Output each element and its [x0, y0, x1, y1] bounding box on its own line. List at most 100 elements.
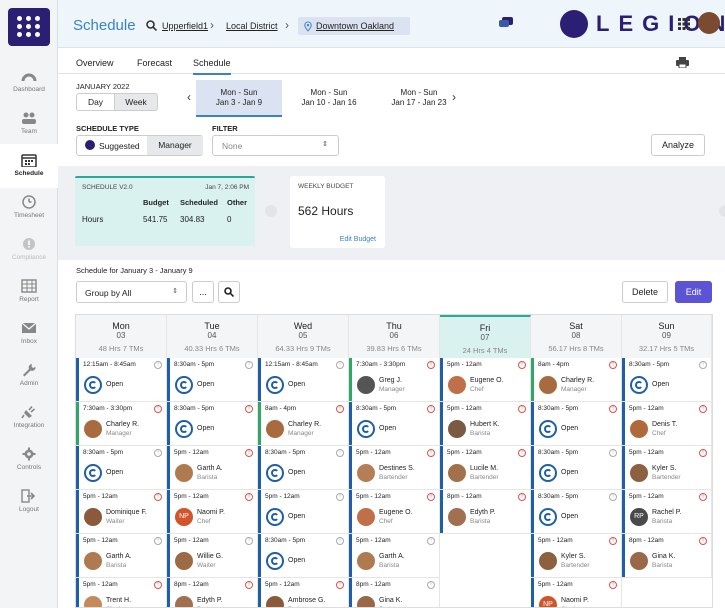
info-icon[interactable]: !: [245, 493, 253, 501]
sidebar-item-integration[interactable]: Integration: [0, 396, 58, 440]
info-icon[interactable]: !: [154, 493, 162, 501]
more-options-button[interactable]: ...: [192, 281, 214, 303]
shift-card[interactable]: 8:30am - 5pm! Open: [531, 490, 622, 534]
week-option[interactable]: Mon - Sun Jan 17 - Jan 23: [376, 80, 462, 117]
shift-card[interactable]: 8:30am - 5pm! Open: [167, 358, 258, 402]
info-icon[interactable]: !: [609, 493, 617, 501]
analyze-button[interactable]: Analyze: [651, 134, 705, 156]
suggested-option[interactable]: Suggested: [77, 136, 147, 155]
edit-button[interactable]: Edit: [675, 281, 712, 303]
shift-card[interactable]: 8am - 4pm! Charley R. Manager: [258, 402, 349, 446]
info-icon[interactable]: !: [609, 449, 617, 457]
sidebar-item-controls[interactable]: Controls: [0, 438, 58, 482]
info-icon[interactable]: !: [245, 405, 253, 413]
info-icon[interactable]: !: [336, 537, 344, 545]
chat-icon[interactable]: [498, 16, 514, 30]
shift-card[interactable]: 8pm - 12am!Edyth P.Barista: [440, 490, 531, 534]
week-option[interactable]: Mon - Sun Jan 10 - Jan 16: [286, 80, 372, 117]
print-icon[interactable]: [676, 57, 689, 68]
info-icon[interactable]: !: [699, 361, 707, 369]
shift-card[interactable]: 8pm - 12am!Gina K.Barista: [349, 578, 440, 607]
shift-card[interactable]: 7:30am - 3:30pm! Greg J. Manager: [349, 358, 440, 402]
info-icon[interactable]: !: [699, 493, 707, 501]
shift-card[interactable]: 8am - 4pm! Charley R. Manager: [531, 358, 622, 402]
apps-grid-icon[interactable]: [678, 18, 690, 30]
week-option[interactable]: Mon - Sun Jan 3 - Jan 9: [196, 80, 282, 117]
shift-card[interactable]: 8:30am - 5pm! Open: [531, 402, 622, 446]
shift-card[interactable]: 7:30am - 3:30pm! Charley R. Manager: [76, 402, 167, 446]
sidebar-item-compliance[interactable]: Compliance: [0, 228, 58, 272]
shift-card[interactable]: 5pm - 12am!Trent H.Chef: [76, 578, 167, 607]
info-icon[interactable]: !: [336, 449, 344, 457]
tab-forecast[interactable]: Forecast: [137, 58, 172, 68]
shift-card[interactable]: 5pm - 12am! Kyler S. Bartender: [622, 446, 712, 490]
info-icon[interactable]: !: [336, 361, 344, 369]
shift-card[interactable]: 8:30am - 5pm! Open: [258, 534, 349, 578]
delete-button[interactable]: Delete: [622, 281, 668, 303]
sidebar-item-team[interactable]: Team: [0, 102, 58, 146]
breadcrumb-location[interactable]: Downtown Oakland: [316, 21, 394, 31]
shift-card[interactable]: 5pm - 12am! Garth A. Barista: [167, 446, 258, 490]
sidebar-item-dashboard[interactable]: Dashboard: [0, 60, 58, 104]
info-icon[interactable]: !: [245, 537, 253, 545]
sidebar-item-report[interactable]: Report: [0, 270, 58, 314]
info-icon[interactable]: !: [336, 405, 344, 413]
shift-card[interactable]: 8pm - 12am!Gina K.Barista: [622, 534, 712, 578]
shift-card[interactable]: 5pm - 12am! Denis T. Chef: [622, 402, 712, 446]
shift-card[interactable]: 5pm - 12am! Kyler S. Bartender: [531, 534, 622, 578]
prev-week-icon[interactable]: ‹: [187, 90, 191, 104]
info-icon[interactable]: !: [699, 449, 707, 457]
info-icon[interactable]: !: [609, 537, 617, 545]
shift-card[interactable]: 8pm - 12am!Edyth P.Barista: [167, 578, 258, 607]
info-icon[interactable]: !: [427, 361, 435, 369]
shift-card[interactable]: 12:15am - 8:45am! Open: [76, 358, 167, 402]
manager-option[interactable]: Manager: [147, 136, 203, 155]
breadcrumb-district[interactable]: Local District: [226, 21, 278, 31]
info-icon[interactable]: !: [154, 405, 162, 413]
shift-card[interactable]: 8:30am - 5pm! Open: [349, 402, 440, 446]
shift-card[interactable]: 8:30am - 5pm! Open: [531, 446, 622, 490]
shift-card[interactable]: 8:30am - 5pm! Open: [622, 358, 712, 402]
info-icon[interactable]: !: [154, 449, 162, 457]
shift-card[interactable]: 5pm - 12am!Ambrose G.Barista: [258, 578, 349, 607]
week-toggle[interactable]: Week: [114, 93, 158, 111]
info-icon[interactable]: !: [427, 449, 435, 457]
info-icon[interactable]: !: [699, 537, 707, 545]
shift-card[interactable]: 5pm - 12am! Willie G. Waiter: [167, 534, 258, 578]
tab-overview[interactable]: Overview: [76, 58, 114, 68]
info-icon[interactable]: !: [699, 405, 707, 413]
next-week-icon[interactable]: ›: [452, 90, 456, 104]
info-icon[interactable]: !: [427, 581, 435, 589]
shift-card[interactable]: 5pm - 12am! Destines S. Bartender: [349, 446, 440, 490]
edit-budget-link[interactable]: Edit Budget: [340, 236, 376, 243]
info-icon[interactable]: !: [518, 493, 526, 501]
shift-card[interactable]: 5pm - 12am!NPNaomi P.Chef: [167, 490, 258, 534]
info-icon[interactable]: !: [518, 361, 526, 369]
shift-card[interactable]: 5pm - 12am! Eugene O. Chef: [440, 358, 531, 402]
sidebar-item-timesheet[interactable]: Timesheet: [0, 186, 58, 230]
search-shifts-button[interactable]: [218, 281, 240, 303]
filter-select[interactable]: None ⇕: [212, 135, 339, 156]
info-icon[interactable]: !: [154, 581, 162, 589]
info-icon[interactable]: !: [336, 581, 344, 589]
search-icon[interactable]: [146, 20, 157, 31]
shift-card[interactable]: 5pm - 12am! Lucile M. Bartender: [440, 446, 531, 490]
user-avatar[interactable]: [698, 12, 720, 34]
sidebar-item-logout[interactable]: Logout: [0, 480, 58, 524]
shift-card[interactable]: 12:15am - 8:45am! Open: [258, 358, 349, 402]
info-icon[interactable]: !: [336, 493, 344, 501]
info-icon[interactable]: !: [245, 449, 253, 457]
location-chip[interactable]: Downtown Oakland: [298, 17, 410, 35]
day-toggle[interactable]: Day: [76, 93, 115, 111]
app-logo-icon[interactable]: [8, 8, 50, 46]
shift-card[interactable]: 5pm - 12am! Open: [258, 490, 349, 534]
shift-card[interactable]: 5pm - 12am! Dominique F. Waiter: [76, 490, 167, 534]
breadcrumb-upperfield[interactable]: Upperfield1: [162, 21, 208, 31]
carousel-next-icon[interactable]: [719, 205, 725, 217]
tab-schedule[interactable]: Schedule: [193, 58, 231, 75]
shift-card[interactable]: 5pm - 12am!NPNaomi P.Chef: [531, 578, 622, 607]
shift-card[interactable]: 5pm - 12am! Eugene O. Chef: [349, 490, 440, 534]
info-icon[interactable]: !: [518, 449, 526, 457]
info-icon[interactable]: !: [427, 405, 435, 413]
sidebar-item-schedule[interactable]: Schedule: [0, 144, 58, 188]
